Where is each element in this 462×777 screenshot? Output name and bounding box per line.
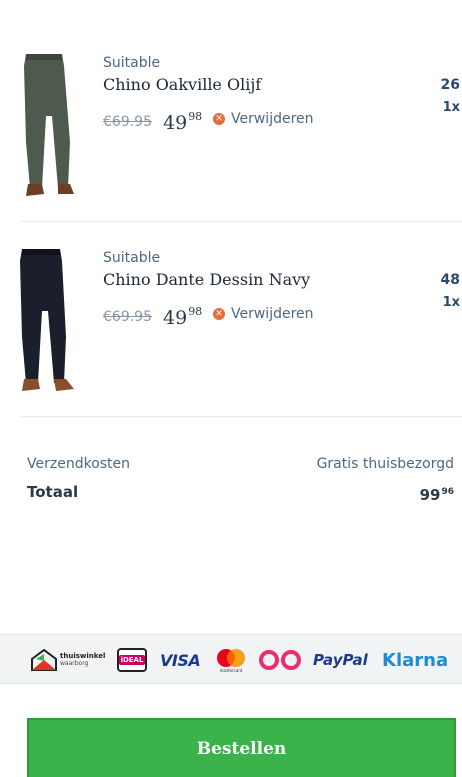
visa-text: VISA (160, 650, 201, 670)
quantity-count[interactable]: 1x (443, 295, 460, 310)
close-icon: ✕ (213, 113, 225, 125)
remove-label: Verwijderen (231, 111, 314, 127)
remove-button[interactable]: ✕ Verwijderen (213, 111, 314, 127)
infinity-icon (259, 650, 301, 670)
checkout-button[interactable]: Bestellen (27, 718, 456, 777)
shipping-value: Gratis thuisbezorgd (316, 456, 454, 472)
quantity-count[interactable]: 1x (443, 100, 460, 115)
old-price: €69.95 (103, 114, 152, 130)
divider (20, 416, 462, 417)
product-name[interactable]: Chino Dante Dessin Navy (103, 270, 310, 289)
shipping-label: Verzendkosten (27, 456, 131, 472)
price-cents: 98 (188, 110, 203, 123)
total-cents: 96 (441, 487, 454, 497)
current-price: 4998 (163, 305, 202, 329)
thuiswinkel-subtext: waarborg (60, 660, 89, 667)
price-cents: 98 (188, 305, 203, 318)
price-main: 49 (163, 307, 188, 329)
mastercard-circles-icon (217, 648, 245, 667)
total-main: 99 (419, 486, 441, 504)
thuiswinkel-house-icon (31, 649, 57, 671)
close-icon: ✕ (213, 308, 225, 320)
ideal-logo: iDEAL (117, 635, 147, 685)
paypal-logo: PayPal (313, 635, 368, 685)
product-name[interactable]: Chino Oakville Olijf (103, 75, 261, 94)
cart-item: Suitable Chino Oakville Olijf €69.95 499… (0, 27, 462, 222)
total-value: 9996 (420, 486, 454, 504)
quantity-value: 48 (440, 272, 460, 288)
remove-label: Verwijderen (231, 306, 314, 322)
mastercard-logo: mastercard (215, 635, 247, 685)
klarna-logo: Klarna (382, 635, 448, 685)
thuiswinkel-logo: thuiswinkel waarborg (31, 635, 105, 685)
product-image-chino-dante[interactable] (16, 247, 82, 395)
product-image-chino-oakville[interactable] (16, 52, 82, 200)
payment-methods: thuiswinkel waarborg iDEAL VISA masterca… (0, 634, 462, 684)
current-price: 4998 (163, 110, 202, 134)
thuiswinkel-text: thuiswinkel (60, 652, 106, 660)
mastercard-text: mastercard (219, 667, 243, 673)
klarna-text: Klarna (382, 649, 449, 671)
ideal-text: iDEAL (118, 655, 146, 665)
product-brand: Suitable (103, 55, 161, 71)
infinity-logo (258, 635, 302, 685)
cart-item: Suitable Chino Dante Dessin Navy €69.95 … (0, 222, 462, 417)
visa-logo: VISA (160, 635, 201, 685)
quantity-value: 26 (440, 77, 460, 93)
product-brand: Suitable (103, 250, 161, 266)
paypal-text: PayPal (313, 651, 368, 669)
price-main: 49 (163, 112, 188, 134)
old-price: €69.95 (103, 309, 152, 325)
remove-button[interactable]: ✕ Verwijderen (213, 306, 314, 322)
total-label: Totaal (27, 483, 79, 501)
